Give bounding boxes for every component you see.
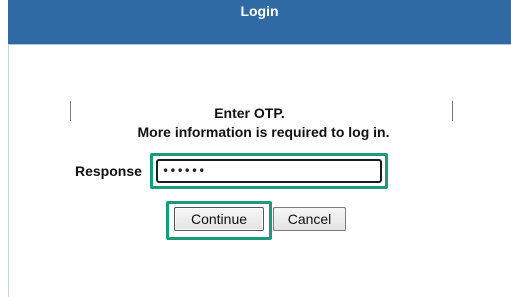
login-dialog: Login Enter OTP. More information is req…: [0, 0, 511, 297]
title-divider: [8, 44, 511, 45]
frame-border: [8, 44, 9, 297]
cancel-button[interactable]: Cancel: [273, 207, 346, 231]
continue-button[interactable]: Continue: [174, 207, 264, 231]
dialog-title: Login: [240, 3, 279, 19]
otp-prompt: Enter OTP.: [214, 105, 285, 121]
info-required-message: More information is required to log in.: [137, 124, 390, 140]
response-label: Response: [75, 163, 142, 179]
response-input[interactable]: [156, 159, 382, 183]
titlebar: Login: [8, 0, 511, 44]
